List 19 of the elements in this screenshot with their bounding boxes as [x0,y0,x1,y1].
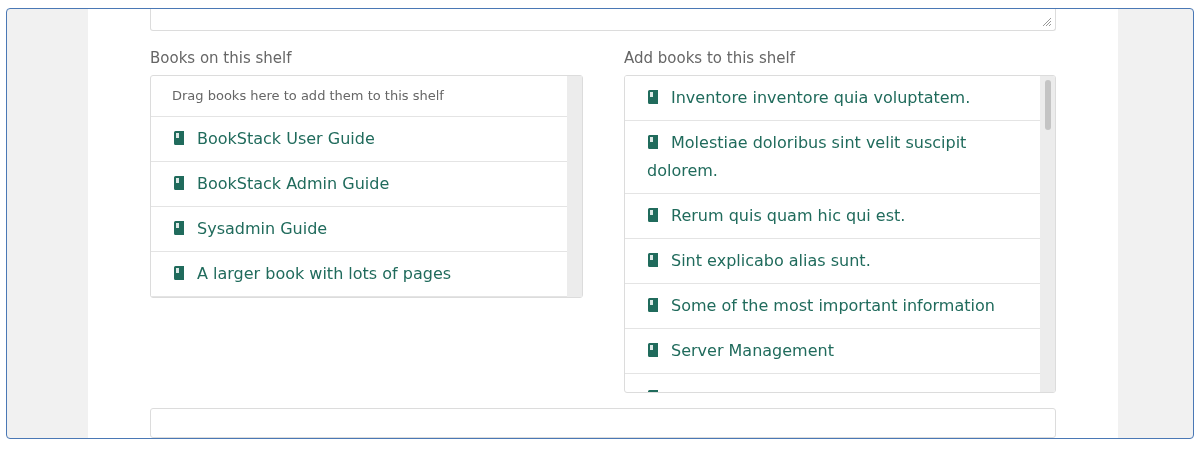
section-label: Add books to this shelf [624,49,797,68]
shelf-book-list[interactable]: Drag books here to add them to this shelf BookStack User Guide BookStack Admin Guide Sysadmin Guide A larger book with lots of pages [150,75,583,299]
section-label: Books on this shelf [150,49,293,68]
book-icon [647,253,659,268]
book-icon [173,221,185,236]
description-textarea[interactable] [150,9,1056,32]
book-icon [173,176,185,191]
book-icon [647,298,659,313]
scrollbar-thumb[interactable] [1044,80,1051,131]
book-icon [647,135,659,150]
book-icon [173,266,185,281]
input-field[interactable] [150,408,1056,438]
book-icon [173,131,185,146]
available-book-list[interactable]: Inventore inventore quia voluptatem. Molestiae doloribus sint velit suscipit dolorem. Rerum quis quam hic qui est. Sint explicabo alias sunt. Some of the most important information Server Management [624,75,1056,394]
book-icon [647,90,659,105]
book-item[interactable]: Inventore inventore quia voluptatem. [625,76,1040,122]
book-icon [647,208,659,223]
book-icon [647,343,659,358]
resize-handle-icon[interactable] [1042,17,1052,28]
